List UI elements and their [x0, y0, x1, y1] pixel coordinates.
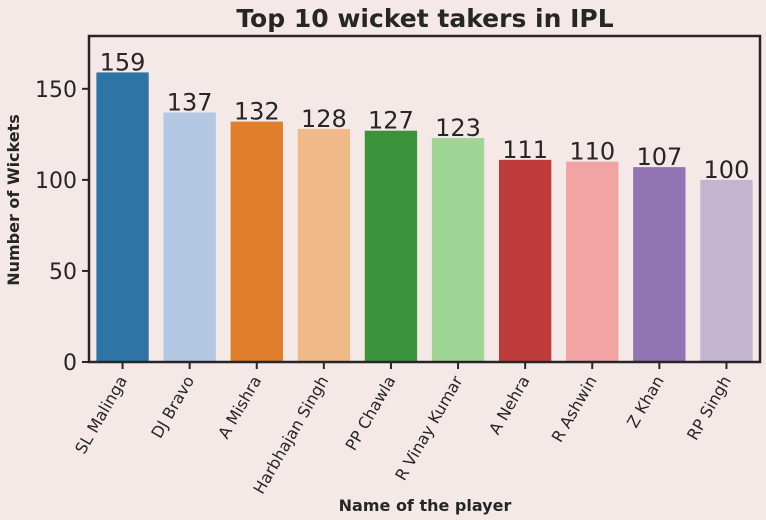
y-axis-ticks: 0 50 100 150: [35, 78, 89, 376]
x-tick-label: SL Malinga: [71, 373, 131, 458]
x-tick-label: PP Chawla: [342, 373, 400, 454]
bar: [566, 161, 619, 362]
x-tick-label: A Nehra: [485, 373, 534, 438]
bar-value-label: 132: [234, 98, 280, 126]
bar-value-label: 159: [100, 48, 146, 76]
bar: [700, 179, 753, 362]
bar: [163, 112, 216, 362]
bar: [96, 72, 149, 362]
x-tick-label: R Vinay Kumar: [391, 372, 466, 484]
bar-value-label: 100: [704, 156, 750, 184]
bar-value-label: 107: [636, 143, 682, 171]
x-axis-ticks: SL Malinga DJ Bravo A MishraHarbhajan Sing…: [71, 362, 735, 497]
y-tick-label: 0: [63, 351, 77, 376]
bar: [364, 130, 418, 362]
bar-value-label: 123: [435, 114, 481, 142]
y-axis-label: Number of Wickets: [4, 114, 23, 286]
bar-value-label: 110: [569, 138, 615, 166]
x-tick-label: A Mishra: [214, 373, 265, 442]
x-tick-label: RP Singh: [683, 373, 735, 444]
bar: [431, 137, 485, 362]
y-tick-label: 100: [35, 169, 77, 194]
x-tick-label: DJ Bravo: [147, 373, 198, 442]
bar: [297, 128, 351, 362]
bar-value-label: 111: [502, 136, 548, 164]
bar-value-label: 137: [167, 88, 213, 116]
bar: [633, 167, 686, 362]
bar-value-label: 128: [301, 105, 347, 133]
x-tick-label: Z Khan: [623, 373, 668, 432]
bar-chart: Top 10 wicket takers in IPL Number of Wi…: [4, 4, 762, 515]
y-tick-label: 50: [49, 260, 77, 285]
bar: [498, 159, 552, 362]
chart-title: Top 10 wicket takers in IPL: [236, 4, 613, 33]
bar: [230, 121, 283, 362]
y-tick-label: 150: [35, 78, 77, 103]
bar-value-label: 127: [368, 107, 414, 135]
chart-container: Top 10 wicket takers in IPL Number of Wi…: [0, 0, 766, 520]
x-tick-label: Harbhajan Singh: [249, 373, 332, 498]
x-tick-label: R Ashwin: [548, 373, 601, 446]
x-axis-label: Name of the player: [339, 496, 512, 515]
